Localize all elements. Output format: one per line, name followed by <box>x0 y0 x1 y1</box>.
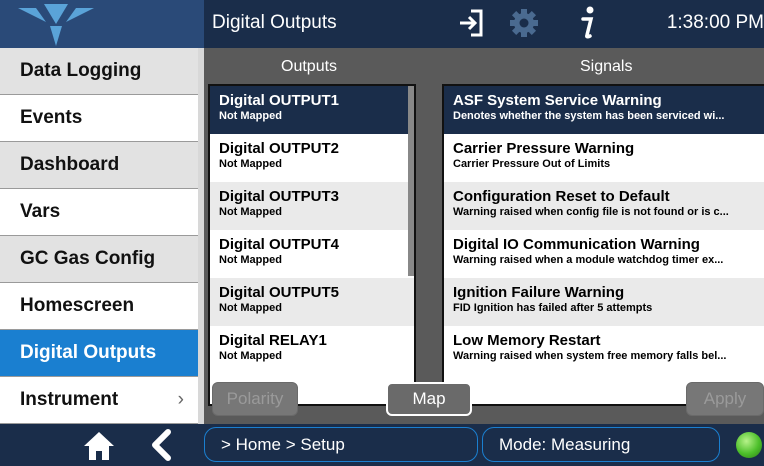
sidebar: Data Logging Events Dashboard Vars GC Ga… <box>0 48 198 424</box>
info-icon[interactable] <box>578 5 598 46</box>
home-icon[interactable] <box>82 430 116 466</box>
top-bar: Digital Outputs 1:38:00 PM <box>0 0 764 48</box>
list-item[interactable]: Low Memory Restart Warning raised when sy… <box>444 326 764 374</box>
sidebar-item-digital-outputs[interactable]: Digital Outputs <box>0 330 198 377</box>
sidebar-item-label: Dashboard <box>20 154 120 175</box>
list-item[interactable]: Digital RELAY1 Not Mapped <box>210 326 414 374</box>
sidebar-item-vars[interactable]: Vars <box>0 189 198 236</box>
logo <box>0 0 204 48</box>
list-item[interactable]: Digital OUTPUT2 Not Mapped <box>210 134 414 182</box>
clock: 1:38:00 PM <box>666 12 764 33</box>
map-button[interactable]: Map <box>386 382 472 416</box>
gear-icon[interactable] <box>509 8 539 43</box>
mode-status: Mode: Measuring <box>482 427 720 462</box>
list-item[interactable]: Ignition Failure Warning FID Ignition has… <box>444 278 764 326</box>
sidebar-item-homescreen[interactable]: Homescreen <box>0 283 198 330</box>
chevron-right-icon: › <box>177 389 184 410</box>
sidebar-item-data-logging[interactable]: Data Logging <box>0 48 198 95</box>
status-led-icon <box>736 432 762 458</box>
sidebar-item-label: Instrument <box>20 389 119 410</box>
signals-list: ASF System Service Warning Denotes whethe… <box>442 84 764 406</box>
sidebar-item-events[interactable]: Events <box>0 95 198 142</box>
list-item[interactable]: Digital IO Communication Warning Warning … <box>444 230 764 278</box>
bottom-bar: > Home > Setup Mode: Measuring <box>0 424 764 466</box>
list-item[interactable]: Digital OUTPUT4 Not Mapped <box>210 230 414 278</box>
outputs-list: Digital OUTPUT1 Not Mapped Digital OUTPUT… <box>208 84 416 406</box>
sidebar-item-label: GC Gas Config <box>20 248 156 269</box>
list-item[interactable]: Digital OUTPUT5 Not Mapped <box>210 278 414 326</box>
outputs-header: Outputs <box>281 58 338 75</box>
main-panel: Outputs Signals Digital OUTPUT1 Not Mappe… <box>204 48 764 424</box>
sidebar-item-label: Data Logging <box>20 60 142 81</box>
list-item[interactable]: Configuration Reset to Default Warning ra… <box>444 182 764 230</box>
sidebar-item-label: Homescreen <box>20 295 135 316</box>
back-icon[interactable] <box>148 429 174 466</box>
apply-button[interactable]: Apply <box>686 382 764 416</box>
list-item[interactable]: ASF System Service Warning Denotes whethe… <box>444 86 764 134</box>
sidebar-item-label: Vars <box>20 201 61 222</box>
exit-icon[interactable] <box>458 8 484 43</box>
signals-header: Signals <box>580 58 633 75</box>
sidebar-item-label: Events <box>20 107 83 128</box>
outputs-scrollbar[interactable] <box>408 86 414 276</box>
sidebar-item-dashboard[interactable]: Dashboard <box>0 142 198 189</box>
list-item[interactable]: Carrier Pressure Warning Carrier Pressure… <box>444 134 764 182</box>
breadcrumb: > Home > Setup <box>204 427 478 462</box>
sidebar-item-instrument[interactable]: Instrument › <box>0 377 198 424</box>
sidebar-item-gc-gas-config[interactable]: GC Gas Config <box>0 236 198 283</box>
polarity-button[interactable]: Polarity <box>212 382 298 416</box>
sidebar-item-label: Digital Outputs <box>20 342 157 363</box>
list-item[interactable]: Digital OUTPUT3 Not Mapped <box>210 182 414 230</box>
page-title: Digital Outputs <box>212 12 337 33</box>
list-item[interactable]: Digital OUTPUT1 Not Mapped <box>210 86 414 134</box>
